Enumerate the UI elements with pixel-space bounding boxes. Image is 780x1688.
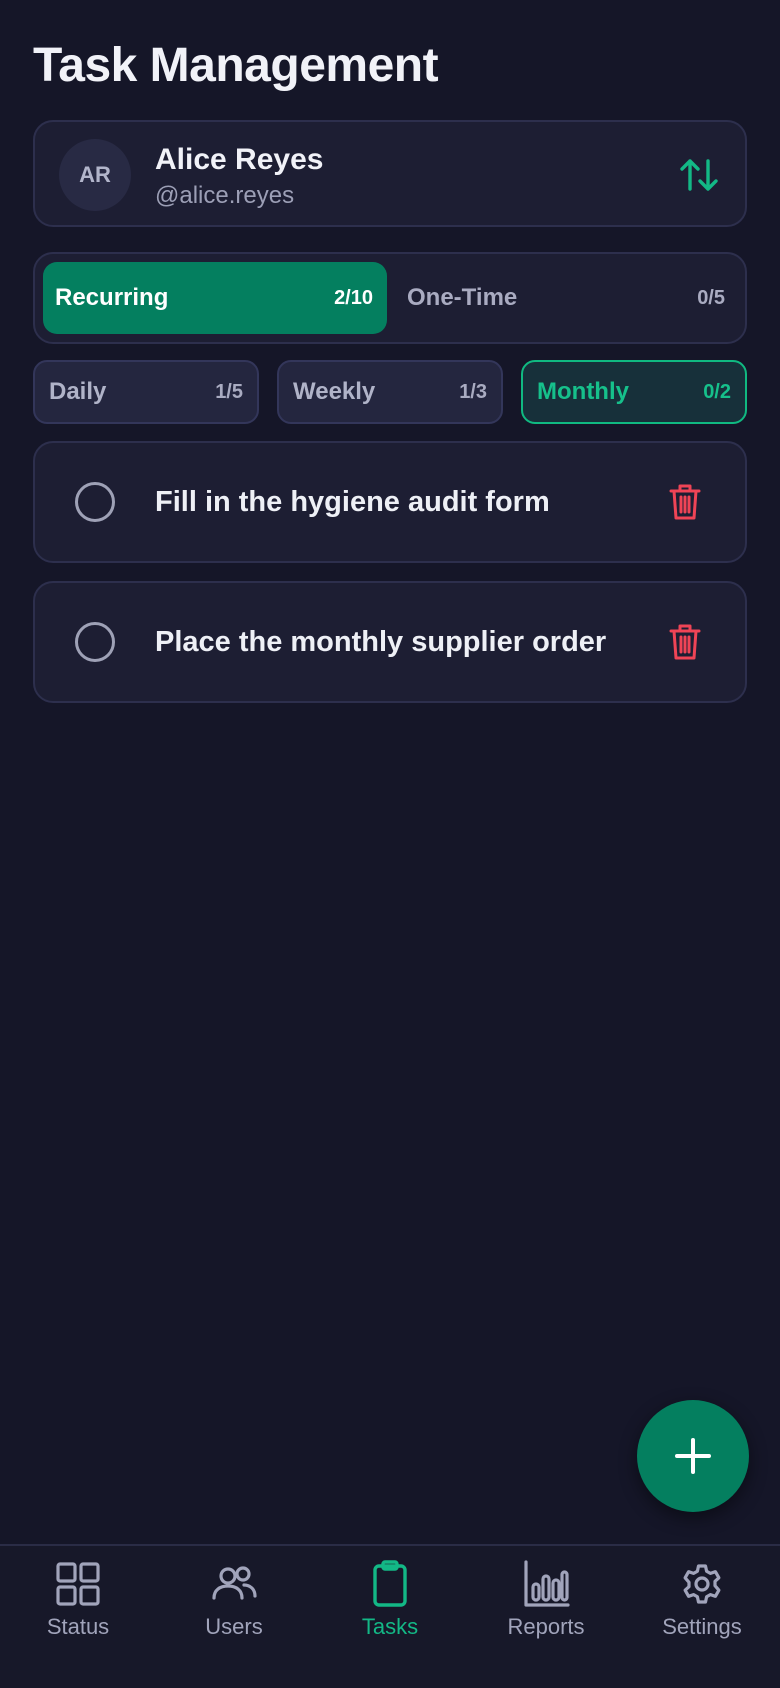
bar-chart-icon [524,1560,570,1607]
task-type-tabs: Recurring 2/10 One-Time 0/5 [33,252,747,344]
clipboard-icon [373,1560,407,1607]
trash-icon[interactable] [669,623,701,661]
nav-label: Tasks [361,1614,419,1639]
page-title: Task Management [33,39,439,92]
nav-item-users[interactable]: Users [156,1560,312,1660]
user-handle: @alice.reyes [155,182,295,209]
tab-weekly-label: Weekly [293,378,376,405]
nav-item-status[interactable]: Status [0,1560,156,1660]
tab-daily-label: Daily [49,378,107,405]
nav-label: Users [205,1614,263,1639]
swap-user-icon[interactable] [679,157,719,193]
task-management-screen: Task Management AR Alice Reyes @alice.re… [0,0,780,1688]
task-item: Fill in the hygiene audit form [33,441,747,563]
tab-daily[interactable]: Daily 1/5 [33,360,259,424]
user-name: Alice Reyes [155,143,324,176]
tab-one-time-count: 0/5 [697,286,725,309]
tab-monthly[interactable]: Monthly 0/2 [521,360,747,424]
user-card: AR Alice Reyes @alice.reyes [33,120,747,227]
plus-icon [675,1438,711,1474]
tab-recurring-label: Recurring [55,284,169,311]
trash-icon[interactable] [669,483,701,521]
nav-item-tasks[interactable]: Tasks [312,1560,468,1660]
task-title: Fill in the hygiene audit form [155,485,550,518]
grid-icon [56,1562,100,1606]
nav-label: Reports [507,1614,585,1639]
nav-item-settings[interactable]: Settings [624,1560,780,1660]
tab-one-time[interactable]: One-Time 0/5 [395,262,739,334]
nav-item-reports[interactable]: Reports [468,1560,624,1660]
nav-label: Settings [662,1614,742,1639]
task-item: Place the monthly supplier order [33,581,747,703]
tab-monthly-label: Monthly [537,378,629,405]
add-task-button[interactable] [637,1400,749,1512]
tab-monthly-count: 0/2 [703,380,731,403]
task-title: Place the monthly supplier order [155,625,607,658]
task-checkbox[interactable] [75,482,115,522]
users-icon [212,1566,257,1600]
tab-recurring-count: 2/10 [334,286,373,309]
nav-label: Status [46,1614,110,1639]
gear-icon [683,1564,721,1604]
tab-recurring[interactable]: Recurring 2/10 [43,262,387,334]
avatar: AR [59,139,131,211]
tab-weekly-count: 1/3 [459,380,487,403]
tab-one-time-label: One-Time [407,284,518,311]
bottom-nav: Status Users Tasks Reports Settings [0,1544,780,1688]
tab-daily-count: 1/5 [215,380,243,403]
task-checkbox[interactable] [75,622,115,662]
tab-weekly[interactable]: Weekly 1/3 [277,360,503,424]
